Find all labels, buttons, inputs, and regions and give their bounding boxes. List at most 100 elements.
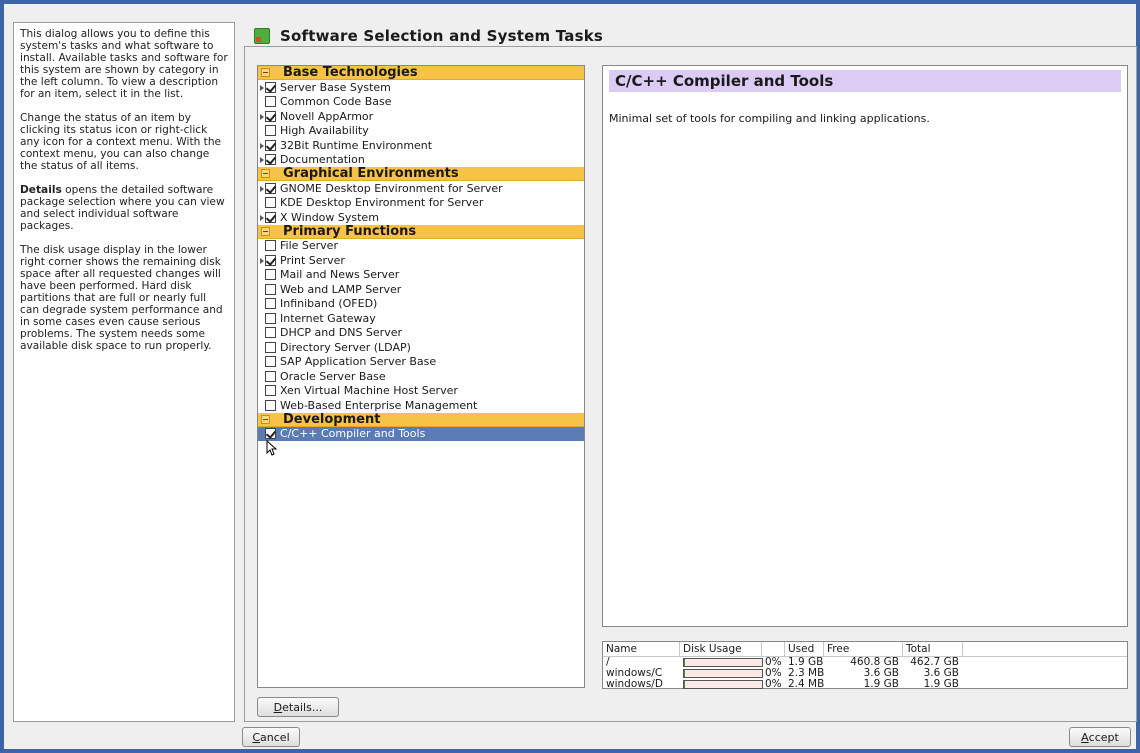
pattern-item-label: High Availability [280, 124, 369, 138]
column-header-disk-usage[interactable]: Disk Usage [680, 642, 762, 656]
pattern-item[interactable]: GNOME Desktop Environment for Server [258, 181, 584, 196]
disk-usage-bar-cell [680, 679, 763, 690]
disk-usage-header: Name Disk Usage Used Free Total [603, 642, 1127, 657]
collapse-icon[interactable] [261, 68, 270, 77]
description-title: C/C++ Compiler and Tools [609, 70, 1121, 92]
checkbox-icon[interactable] [265, 125, 276, 137]
checked-checkbox-icon[interactable] [260, 110, 276, 122]
pattern-item[interactable]: Documentation [258, 153, 584, 168]
column-header-free[interactable]: Free [824, 642, 903, 656]
checkbox-icon[interactable] [265, 370, 276, 382]
pattern-item[interactable]: X Window System [258, 210, 584, 225]
cancel-label: ancel [260, 730, 290, 744]
collapse-icon[interactable] [261, 226, 270, 236]
category-label: Graphical Environments [283, 166, 459, 181]
help-panel: This dialog allows you to define this sy… [13, 22, 235, 722]
checkbox-icon[interactable] [265, 399, 276, 411]
checkbox-icon[interactable] [265, 312, 276, 324]
checkbox-icon[interactable] [265, 240, 276, 252]
pattern-item[interactable]: Internet Gateway [258, 311, 584, 326]
pattern-item-label: Web and LAMP Server [280, 282, 402, 296]
column-header-used[interactable]: Used [785, 642, 824, 656]
pattern-item[interactable]: Server Base System [258, 80, 584, 95]
category-header[interactable]: Base Technologies [258, 66, 584, 80]
disk-usage-rows: /0% 1.9 GB 460.8 GB 462.7 GB windows/C 0% 2.3 … [603, 657, 1127, 690]
help-details-keyword: Details [20, 184, 62, 196]
category-header[interactable]: Development [258, 412, 584, 427]
page-title: Software Selection and System Tasks [280, 27, 603, 45]
pattern-item[interactable]: C/C++ Compiler and Tools [258, 426, 584, 441]
pattern-item[interactable]: KDE Desktop Environment for Server [258, 196, 584, 211]
pattern-item-label: Mail and News Server [280, 268, 400, 282]
pattern-item[interactable]: 32Bit Runtime Environment [258, 138, 584, 153]
disk-usage-bar-cell [680, 657, 763, 668]
accept-button[interactable]: Accept [1069, 727, 1131, 747]
checked-checkbox-icon[interactable] [260, 211, 276, 223]
pattern-item[interactable]: Xen Virtual Machine Host Server [258, 384, 584, 399]
checked-checkbox-icon[interactable] [265, 428, 276, 440]
pattern-item[interactable]: SAP Application Server Base [258, 355, 584, 370]
disk-name: windows/D [606, 678, 663, 690]
pattern-item[interactable]: Print Server [258, 253, 584, 268]
pattern-item[interactable]: Novell AppArmor [258, 109, 584, 124]
pattern-item[interactable]: Infiniband (OFED) [258, 297, 584, 312]
pattern-item-label: KDE Desktop Environment for Server [280, 196, 484, 210]
help-paragraph-status: Change the status of an item by clicking… [20, 112, 222, 172]
category-header[interactable]: Graphical Environments [258, 166, 584, 181]
details-button[interactable]: Details... [257, 697, 339, 717]
pattern-item[interactable]: Web and LAMP Server [258, 282, 584, 297]
pattern-tree[interactable]: Base Technologies Server Base System Commo… [257, 65, 585, 688]
checkbox-icon[interactable] [265, 197, 276, 209]
pattern-item[interactable]: Directory Server (LDAP) [258, 340, 584, 355]
help-paragraph-details: Details opens the detailed software pack… [20, 184, 228, 232]
checkbox-icon[interactable] [265, 96, 276, 108]
details-mnemonic: D [273, 700, 283, 714]
checked-checkbox-icon[interactable] [260, 182, 276, 194]
pattern-item[interactable]: Oracle Server Base [258, 369, 584, 384]
pattern-item-label: Print Server [280, 253, 345, 267]
pattern-item-label: 32Bit Runtime Environment [280, 138, 433, 152]
column-header-name[interactable]: Name [603, 642, 680, 656]
pattern-item-label: File Server [280, 239, 338, 253]
disk-usage-bar-cell [680, 668, 763, 679]
description-panel: C/C++ Compiler and Tools Minimal set of … [602, 65, 1128, 627]
checked-checkbox-icon[interactable] [260, 154, 276, 166]
checkbox-icon[interactable] [265, 283, 276, 295]
checked-checkbox-icon[interactable] [260, 139, 276, 151]
checkbox-icon[interactable] [265, 356, 276, 368]
pattern-item[interactable]: High Availability [258, 124, 584, 139]
main-area: Software Selection and System Tasks Base… [242, 18, 1137, 747]
accept-label: ccept [1088, 730, 1119, 744]
category-header[interactable]: Primary Functions [258, 224, 584, 239]
pattern-item[interactable]: Common Code Base [258, 95, 584, 110]
collapse-icon[interactable] [261, 414, 270, 424]
details-label: etails... [282, 700, 323, 714]
disk-total: 1.9 GB [923, 678, 959, 690]
column-header-percent[interactable] [762, 642, 785, 656]
checkbox-icon[interactable] [265, 298, 276, 310]
pattern-item-label: Xen Virtual Machine Host Server [280, 384, 458, 398]
title-row: Software Selection and System Tasks [254, 26, 603, 46]
collapse-icon[interactable] [261, 169, 270, 178]
pattern-item-label: Oracle Server Base [280, 369, 386, 383]
pattern-item-label: Server Base System [280, 80, 391, 94]
help-paragraph-disk: The disk usage display in the lower righ… [20, 244, 223, 352]
pattern-item[interactable]: DHCP and DNS Server [258, 326, 584, 341]
checked-checkbox-icon[interactable] [260, 81, 276, 93]
pattern-item[interactable]: Mail and News Server [258, 268, 584, 283]
pattern-item-label: Common Code Base [280, 95, 392, 109]
pattern-item-label: Novell AppArmor [280, 109, 374, 123]
pattern-item-label: C/C++ Compiler and Tools [280, 427, 426, 441]
checkbox-icon[interactable] [265, 341, 276, 353]
accept-mnemonic: A [1081, 730, 1089, 744]
cancel-button[interactable]: Cancel [242, 727, 300, 747]
checkbox-icon[interactable] [265, 327, 276, 339]
pattern-item[interactable]: Web-Based Enterprise Management [258, 398, 584, 413]
disk-usage-bar [683, 668, 763, 678]
pattern-item[interactable]: File Server [258, 239, 584, 254]
checked-checkbox-icon[interactable] [260, 254, 276, 266]
checkbox-icon[interactable] [265, 269, 276, 281]
disk-used: 2.4 MB [788, 678, 825, 690]
column-header-total[interactable]: Total [903, 642, 963, 656]
checkbox-icon[interactable] [265, 385, 276, 397]
